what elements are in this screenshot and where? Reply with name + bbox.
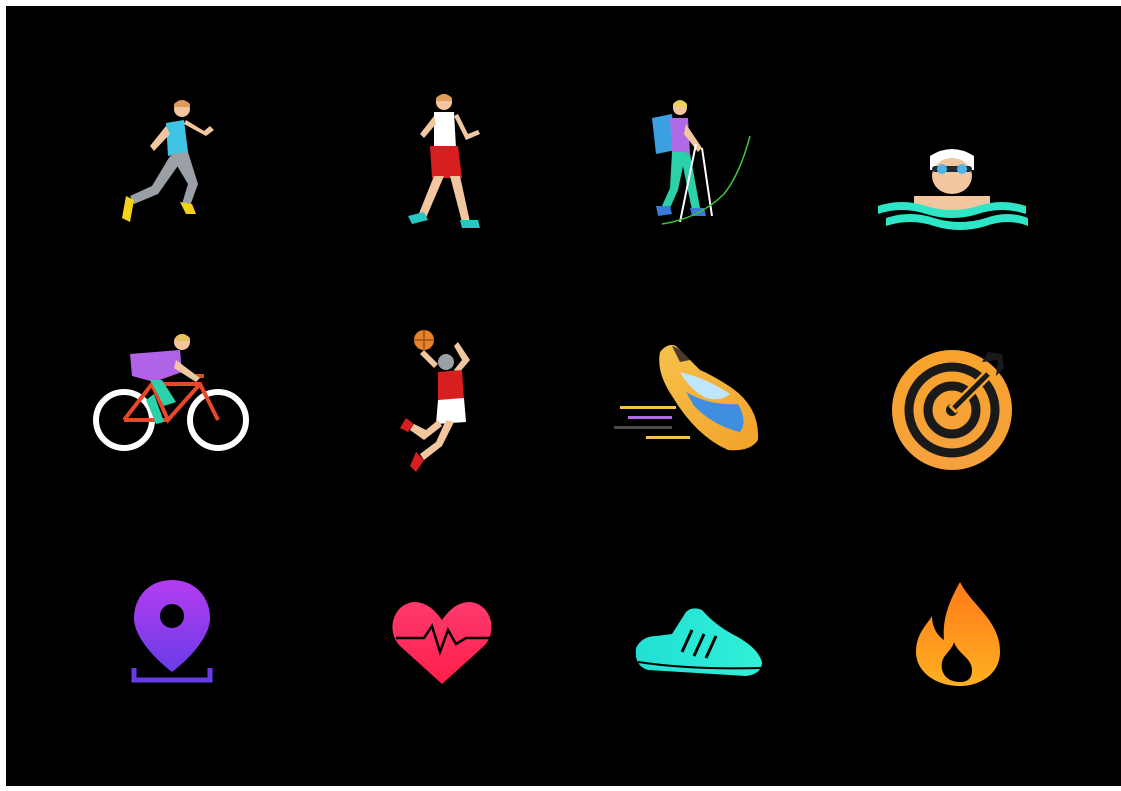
target-icon: [872, 330, 1052, 510]
flame-icon: [872, 560, 1052, 740]
heart-rate-icon: [356, 560, 536, 740]
hiking-icon: [590, 92, 770, 272]
location-pin-icon: [92, 568, 272, 748]
cycling-icon: [84, 324, 264, 504]
walking-icon: [354, 82, 534, 262]
icon-grid-canvas: [6, 6, 1121, 786]
running-icon: [78, 86, 258, 266]
speed-shoe-icon: [610, 332, 790, 512]
basketball-icon: [358, 320, 538, 500]
sneaker-icon: [612, 566, 792, 746]
swimming-icon: [862, 114, 1042, 294]
